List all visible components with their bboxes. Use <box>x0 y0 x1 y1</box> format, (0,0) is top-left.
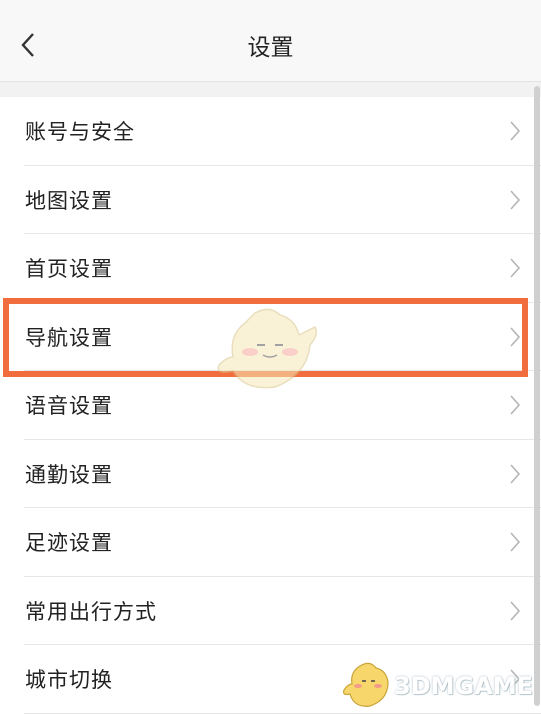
chevron-right-icon <box>510 327 521 347</box>
chevron-right-icon <box>510 464 521 484</box>
settings-item-footprint[interactable]: 足迹设置 <box>0 508 541 577</box>
chevron-right-icon <box>510 258 521 278</box>
settings-item-home[interactable]: 首页设置 <box>0 234 541 303</box>
settings-item-commute[interactable]: 通勤设置 <box>0 440 541 509</box>
chevron-right-icon <box>510 395 521 415</box>
settings-item-label: 账号与安全 <box>25 120 135 145</box>
section-gap <box>0 82 541 97</box>
settings-item-map[interactable]: 地图设置 <box>0 166 541 235</box>
settings-list: 账号与安全 地图设置 首页设置 导航设置 语音设置 通勤设置 足迹设置 常用出行… <box>0 97 541 714</box>
scrollbar[interactable] <box>534 86 540 706</box>
settings-item-city-switch[interactable]: 城市切换 <box>0 645 541 714</box>
settings-item-label: 足迹设置 <box>25 531 113 556</box>
chevron-right-icon <box>510 121 521 141</box>
settings-item-label: 城市切换 <box>25 668 113 693</box>
page-title: 设置 <box>247 35 294 61</box>
settings-item-label: 首页设置 <box>25 257 113 282</box>
settings-item-label: 语音设置 <box>25 394 113 419</box>
settings-item-label: 导航设置 <box>25 325 113 350</box>
chevron-right-icon <box>510 601 521 621</box>
header-bar: 设置 <box>0 0 541 82</box>
settings-item-account-security[interactable]: 账号与安全 <box>0 97 541 166</box>
settings-item-travel-mode[interactable]: 常用出行方式 <box>0 577 541 646</box>
chevron-right-icon <box>510 190 521 210</box>
chevron-right-icon <box>510 532 521 552</box>
settings-item-voice[interactable]: 语音设置 <box>0 371 541 440</box>
settings-item-label: 常用出行方式 <box>25 599 157 624</box>
chevron-right-icon <box>510 669 521 689</box>
settings-item-label: 地图设置 <box>25 188 113 213</box>
settings-item-navigation[interactable]: 导航设置 <box>0 303 541 372</box>
settings-item-label: 通勤设置 <box>25 462 113 487</box>
